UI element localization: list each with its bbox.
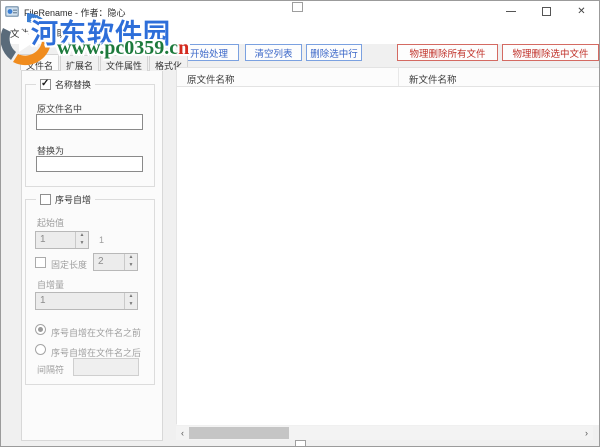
close-icon: ✕ [577, 6, 585, 17]
file-table-header: 原文件名称 新文件名称 [177, 68, 600, 87]
spin-down-icon[interactable]: ▼ [125, 262, 137, 270]
maximize-icon [542, 7, 551, 16]
name-replace-legend: 名称替换 [36, 78, 95, 91]
find-in-name-input[interactable] [36, 114, 143, 130]
delete-selected-row-button[interactable]: 删除选中行 [306, 44, 362, 61]
sequence-legend: 序号自增 [36, 193, 95, 206]
spinner-buttons[interactable]: ▲▼ [124, 254, 137, 270]
spin-down-icon[interactable]: ▼ [125, 301, 137, 309]
tab-file-attributes[interactable]: 文件属性 [100, 55, 148, 71]
spinner-buttons[interactable]: ▲▼ [75, 232, 88, 248]
minimize-icon [506, 11, 516, 12]
tab-extension[interactable]: 扩展名 [60, 55, 99, 71]
spin-down-icon[interactable]: ▼ [76, 240, 88, 248]
window-title: FileRename - 作者：隐心 [24, 6, 126, 19]
fixed-length-label: 固定长度 [51, 258, 87, 271]
menu-file[interactable]: 文件 [1, 23, 38, 43]
replace-with-input[interactable] [36, 156, 143, 172]
start-value: 1 [36, 232, 75, 248]
maximize-button[interactable] [532, 1, 561, 22]
fixed-length-checkbox[interactable] [35, 257, 46, 268]
file-table: 原文件名称 新文件名称 [176, 67, 600, 424]
seq-after-radio[interactable] [35, 344, 46, 355]
start-value-spinner[interactable]: 1 ▲▼ [35, 231, 89, 249]
seq-before-label: 序号自增在文件名之前 [51, 326, 141, 339]
fixed-length-spinner[interactable]: 2 ▲▼ [93, 253, 138, 271]
start-value-preview: 1 [99, 235, 104, 245]
app-window: FileRename - 作者：隐心 ✕ 文件 帮助 开始处理 清空列表 删除选… [0, 0, 600, 447]
physical-delete-selected-button[interactable]: 物理删除选中文件 [502, 44, 599, 61]
increment-label: 自增量 [37, 278, 64, 291]
minimize-button[interactable] [496, 1, 525, 22]
column-new-name[interactable]: 新文件名称 [399, 68, 600, 86]
spin-up-icon[interactable]: ▲ [125, 293, 137, 301]
horizontal-scrollbar[interactable]: ‹ › [176, 426, 593, 440]
fixed-length-value: 2 [94, 254, 124, 270]
app-icon [5, 4, 20, 18]
scrollbar-thumb[interactable] [189, 427, 289, 439]
column-original-name[interactable]: 原文件名称 [177, 68, 399, 86]
artifact-square-bottom [295, 440, 306, 447]
tab-filename[interactable]: 文件名 [20, 54, 59, 70]
scroll-right-icon[interactable]: › [580, 426, 593, 440]
spin-up-icon[interactable]: ▲ [76, 232, 88, 240]
sequence-checkbox[interactable] [40, 194, 51, 205]
spin-up-icon[interactable]: ▲ [125, 254, 137, 262]
start-value-label: 起始值 [37, 216, 64, 229]
menu-help[interactable]: 帮助 [38, 23, 75, 43]
close-button[interactable]: ✕ [567, 1, 596, 22]
artifact-square-top [292, 2, 303, 12]
menu-bar: 文件 帮助 [1, 22, 599, 44]
physical-delete-all-button[interactable]: 物理删除所有文件 [397, 44, 498, 61]
sequence-label: 序号自增 [55, 193, 91, 206]
increment-value: 1 [36, 293, 124, 309]
increment-spinner[interactable]: 1 ▲▼ [35, 292, 138, 310]
seq-before-radio[interactable] [35, 324, 46, 335]
tab-strip: 文件名 扩展名 文件属性 格式化 [20, 55, 189, 71]
separator-label: 间隔符 [37, 363, 64, 376]
spinner-buttons[interactable]: ▲▼ [124, 293, 137, 309]
clear-list-button[interactable]: 清空列表 [245, 44, 302, 61]
scrollbar-track[interactable] [189, 426, 580, 440]
scroll-left-icon[interactable]: ‹ [176, 426, 189, 440]
separator-input[interactable] [73, 358, 139, 376]
name-replace-label: 名称替换 [55, 78, 91, 91]
name-replace-checkbox[interactable] [40, 79, 51, 90]
file-table-body [177, 87, 600, 425]
